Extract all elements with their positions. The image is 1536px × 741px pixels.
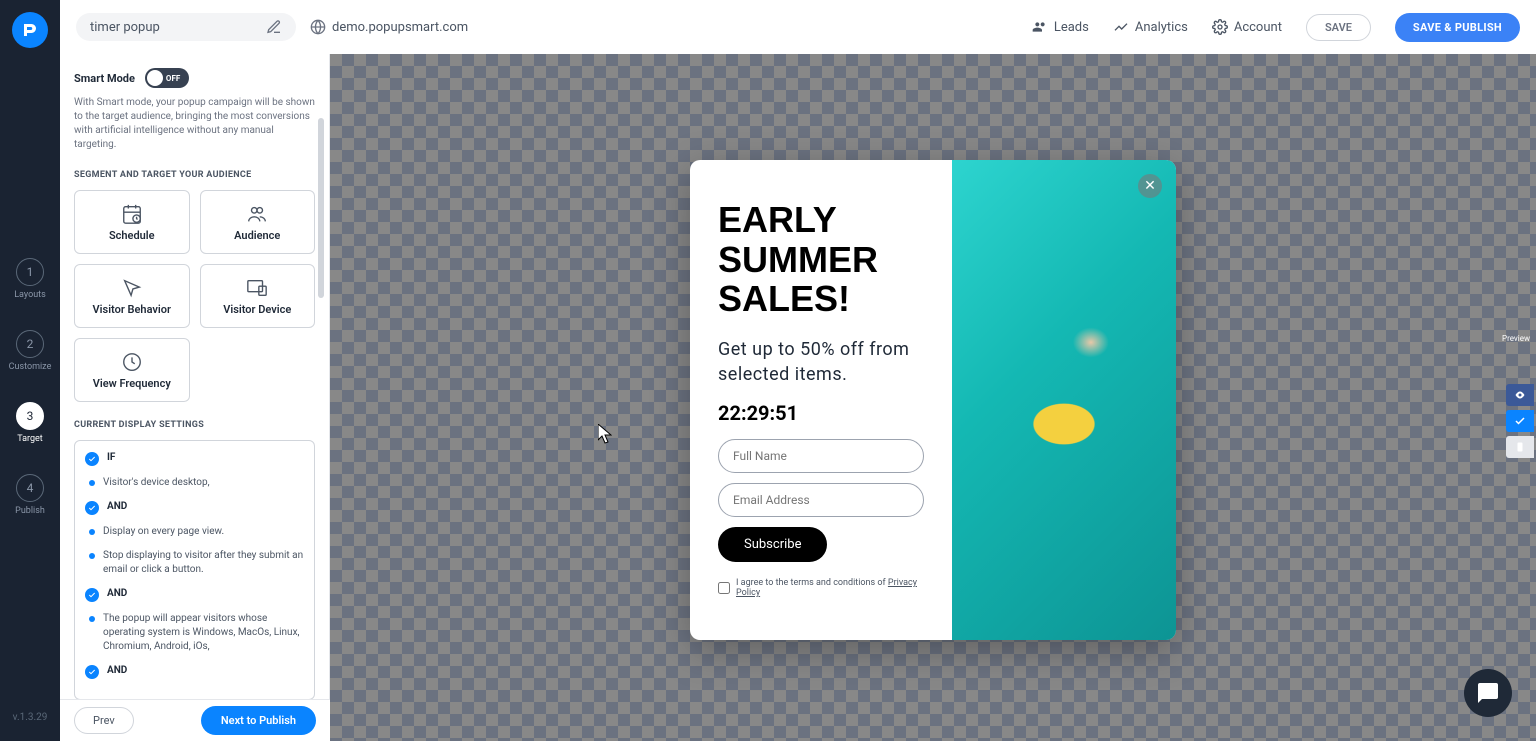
- analytics-link[interactable]: Analytics: [1113, 19, 1188, 35]
- step-nav: 1 Layouts 2 Customize 3 Target 4 Publish: [9, 258, 52, 516]
- popup-content: EARLY SUMMER SALES! Get up to 50% off fr…: [690, 160, 952, 640]
- audience-icon: [246, 203, 268, 225]
- behavior-card[interactable]: Visitor Behavior: [74, 264, 190, 328]
- save-publish-button[interactable]: SAVE & PUBLISH: [1395, 13, 1520, 42]
- step-publish[interactable]: 4 Publish: [15, 474, 45, 516]
- calendar-icon: [121, 203, 143, 225]
- check-icon: [85, 452, 99, 466]
- cursor-icon: [121, 277, 143, 299]
- eye-icon: [1514, 389, 1526, 401]
- agree-checkbox-row[interactable]: I agree to the terms and conditions of P…: [718, 578, 924, 598]
- canvas[interactable]: EARLY SUMMER SALES! Get up to 50% off fr…: [330, 54, 1536, 741]
- preview-label: Preview: [1502, 334, 1530, 343]
- fullname-input[interactable]: [718, 439, 924, 473]
- mobile-toggle[interactable]: [1506, 436, 1534, 458]
- schedule-card[interactable]: Schedule: [74, 190, 190, 254]
- dot-icon: [89, 553, 95, 559]
- clock-icon: [121, 351, 143, 373]
- dot-icon: [89, 480, 95, 486]
- rules-header: CURRENT DISPLAY SETTINGS: [74, 420, 315, 430]
- users-icon: [1032, 19, 1048, 35]
- email-input[interactable]: [718, 483, 924, 517]
- close-icon[interactable]: ✕: [1138, 174, 1162, 198]
- device-toggles: [1506, 384, 1536, 458]
- version-label: v.1.3.29: [13, 712, 48, 723]
- frequency-card[interactable]: View Frequency: [74, 338, 190, 402]
- audience-card[interactable]: Audience: [200, 190, 316, 254]
- campaign-title: timer popup: [90, 20, 160, 35]
- check-icon: [85, 501, 99, 515]
- segment-cards: Schedule Audience Visitor Behavior Visit…: [74, 190, 315, 402]
- leads-link[interactable]: Leads: [1032, 19, 1089, 35]
- popup-title: EARLY SUMMER SALES!: [718, 200, 924, 319]
- campaign-title-box[interactable]: timer popup: [76, 13, 296, 41]
- step-target[interactable]: 3 Target: [16, 402, 44, 444]
- mobile-icon: [1514, 441, 1526, 453]
- check-icon: [85, 588, 99, 602]
- top-bar: timer popup demo.popupsmart.com Leads An…: [60, 0, 1536, 54]
- agree-checkbox[interactable]: [718, 582, 730, 594]
- mouse-cursor: [598, 424, 612, 444]
- chat-widget[interactable]: [1464, 669, 1512, 717]
- segment-header: SEGMENT AND TARGET YOUR AUDIENCE: [74, 170, 315, 180]
- desktop-toggle[interactable]: [1506, 410, 1534, 432]
- step-layouts[interactable]: 1 Layouts: [14, 258, 46, 300]
- chat-icon: [1476, 681, 1500, 705]
- prev-button[interactable]: Prev: [74, 707, 134, 734]
- left-rail: 1 Layouts 2 Customize 3 Target 4 Publish…: [0, 0, 60, 741]
- countdown-timer: 22:29:51: [718, 401, 924, 425]
- popup-image: [952, 160, 1176, 640]
- account-link[interactable]: Account: [1212, 19, 1282, 35]
- step-customize[interactable]: 2 Customize: [9, 330, 52, 372]
- rules-list: IF Visitor's device desktop, AND Display…: [74, 440, 315, 699]
- smart-mode-label: Smart Mode: [74, 72, 135, 85]
- wizard-footer: Prev Next to Publish: [60, 699, 330, 741]
- device-icon: [246, 277, 268, 299]
- device-card[interactable]: Visitor Device: [200, 264, 316, 328]
- edit-icon: [266, 19, 282, 35]
- side-panel: Smart Mode OFF With Smart mode, your pop…: [60, 54, 330, 699]
- check-icon: [85, 665, 99, 679]
- domain-display[interactable]: demo.popupsmart.com: [310, 19, 468, 35]
- dot-icon: [89, 529, 95, 535]
- gear-icon: [1212, 19, 1228, 35]
- popup-preview: EARLY SUMMER SALES! Get up to 50% off fr…: [690, 160, 1176, 640]
- dot-icon: [89, 616, 95, 622]
- app-logo[interactable]: [12, 12, 48, 48]
- top-links: Leads Analytics Account SAVE SAVE & PUBL…: [1032, 13, 1520, 42]
- save-button[interactable]: SAVE: [1306, 14, 1371, 41]
- check-icon: [1514, 415, 1526, 427]
- globe-icon: [310, 19, 326, 35]
- subscribe-button[interactable]: Subscribe: [718, 527, 827, 562]
- popup-subtitle: Get up to 50% off from selected items.: [718, 337, 924, 387]
- next-button[interactable]: Next to Publish: [201, 706, 316, 735]
- chart-icon: [1113, 19, 1129, 35]
- preview-tab[interactable]: [1506, 384, 1534, 406]
- smart-mode-desc: With Smart mode, your popup campaign wil…: [74, 96, 315, 152]
- smart-mode-toggle[interactable]: OFF: [145, 68, 189, 88]
